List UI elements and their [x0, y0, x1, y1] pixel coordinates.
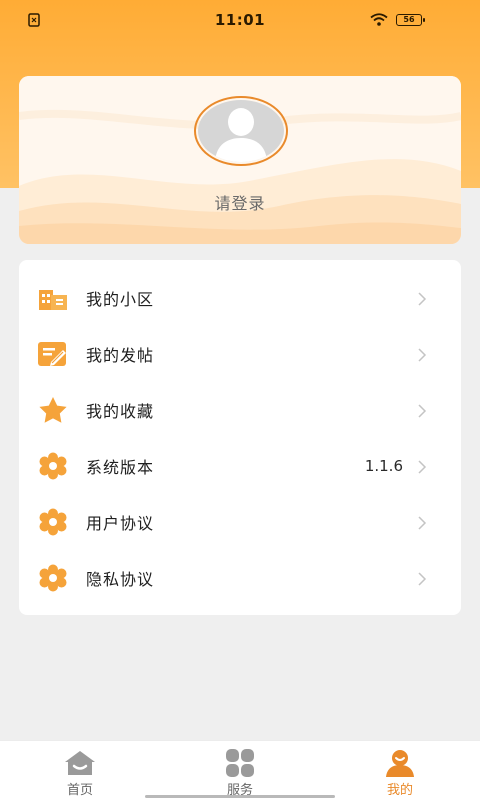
- status-time: 11:01: [214, 11, 266, 29]
- version-value: 1.1.6: [364, 457, 403, 475]
- menu-label: 我的发帖: [86, 346, 155, 365]
- bottom-tabbar: 首页 服务 我的: [0, 740, 480, 800]
- profile-card[interactable]: 请登录: [19, 76, 461, 244]
- chevron-right-icon: [417, 403, 427, 418]
- star-icon: [37, 396, 69, 424]
- status-bar: 11:01 56: [0, 0, 480, 40]
- tab-home[interactable]: 首页: [0, 741, 160, 800]
- grid-icon: [223, 749, 257, 777]
- menu-label: 我的收藏: [86, 402, 155, 421]
- menu-card: 我的小区 我的发帖 我的收藏 系统版本 1.1.6 用户协议 隐私协议: [19, 260, 461, 615]
- home-icon: [63, 749, 97, 777]
- edit-post-icon: [37, 340, 69, 368]
- home-indicator: [145, 795, 335, 798]
- chevron-right-icon: [417, 291, 427, 306]
- battery-icon: 56: [396, 14, 425, 26]
- menu-item-user-agreement[interactable]: 用户协议: [19, 494, 461, 550]
- tab-label: 首页: [66, 783, 93, 798]
- chevron-right-icon: [417, 571, 427, 586]
- chevron-right-icon: [417, 347, 427, 362]
- flower-gear-icon: [37, 564, 69, 592]
- chevron-right-icon: [417, 459, 427, 474]
- login-prompt[interactable]: 请登录: [19, 190, 461, 214]
- menu-label: 隐私协议: [86, 570, 155, 589]
- menu-label: 我的小区: [86, 290, 155, 309]
- menu-item-system-version[interactable]: 系统版本 1.1.6: [19, 438, 461, 494]
- chevron-right-icon: [417, 515, 427, 530]
- menu-item-privacy-agreement[interactable]: 隐私协议: [19, 550, 461, 606]
- tab-services[interactable]: 服务: [160, 741, 320, 800]
- user-icon: [383, 749, 417, 777]
- building-icon: [37, 284, 69, 312]
- menu-label: 系统版本: [86, 458, 155, 477]
- flower-gear-icon: [37, 452, 69, 480]
- menu-item-my-posts[interactable]: 我的发帖: [19, 326, 461, 382]
- sim-icon: [28, 13, 42, 27]
- wifi-icon: [370, 11, 388, 30]
- tab-mine[interactable]: 我的: [320, 741, 480, 800]
- menu-item-my-community[interactable]: 我的小区: [19, 270, 461, 326]
- tab-label: 我的: [386, 783, 413, 798]
- menu-label: 用户协议: [86, 514, 155, 533]
- flower-gear-icon: [37, 508, 69, 536]
- menu-item-my-favorites[interactable]: 我的收藏: [19, 382, 461, 438]
- default-avatar-icon[interactable]: [198, 100, 284, 162]
